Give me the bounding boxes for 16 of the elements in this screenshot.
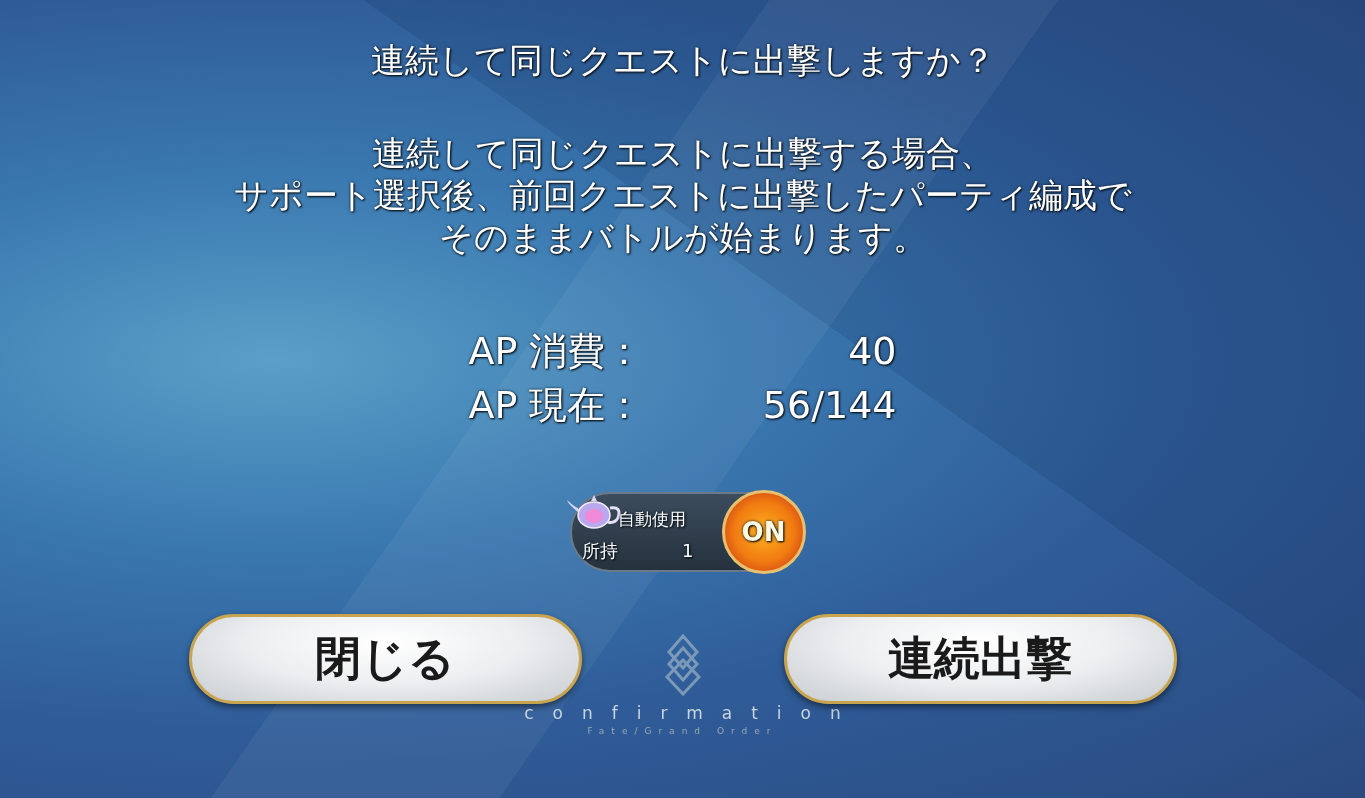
owned-count: 1 [682, 539, 694, 563]
ap-value: 40 [847, 328, 897, 375]
dialog-title: 連続して同じクエストに出撃しますか？ [370, 39, 995, 82]
auto-use-label: 自動使用 [617, 508, 687, 531]
owned-label: 所持 [581, 539, 618, 563]
footer-caption: confirmation [524, 702, 860, 724]
footer-subtitle: Fate/Grand Order [587, 725, 778, 738]
message-line: サポート選択後、前回クエストに出撃したパーティ編成で [233, 174, 1132, 216]
message-line: 連続して同じクエストに出撃する場合、 [371, 132, 994, 174]
ap-label: AP 消費： [468, 328, 645, 375]
dialog-button[interactable]: 連続出撃 [783, 614, 1177, 704]
diamond-logo-icon [662, 634, 703, 696]
dialog-button[interactable]: 閉じる [188, 614, 582, 704]
ap-value: 56/144 [761, 382, 897, 429]
message-line: そのままバトルが始まります。 [438, 216, 927, 258]
ap-label: AP 現在： [468, 382, 645, 429]
